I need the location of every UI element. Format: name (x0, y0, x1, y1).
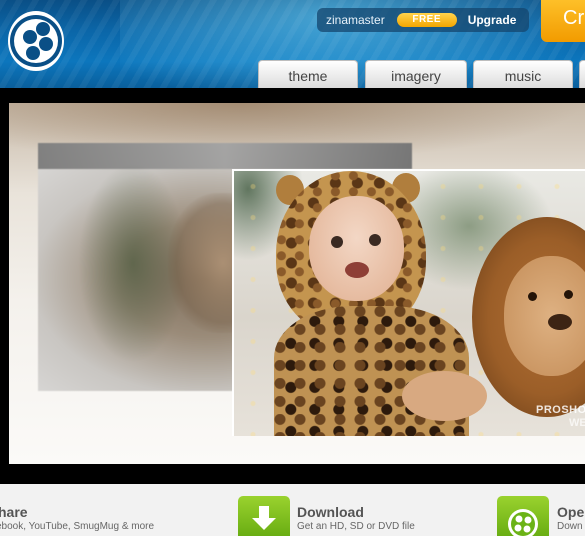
upgrade-link[interactable]: Upgrade (468, 13, 517, 27)
account-bar: zinamaster FREE Upgrade (317, 8, 529, 32)
foreground-photo: PROSHO WE (232, 169, 585, 436)
download-subtitle: Get an HD, SD or DVD file (297, 521, 415, 532)
action-bar: hare ebook, YouTube, SmugMug & more Down… (0, 484, 585, 536)
lion-left-eye (528, 292, 537, 301)
lion-nose (548, 314, 572, 330)
tab-next[interactable] (579, 60, 585, 88)
baby-mouth (345, 262, 369, 278)
share-subtitle: ebook, YouTube, SmugMug & more (0, 521, 155, 532)
tab-theme[interactable]: theme (258, 60, 358, 88)
film-reel-icon[interactable] (497, 496, 549, 536)
photo-top-band (38, 143, 412, 169)
watermark-line-1: PROSHO (536, 404, 585, 416)
baby-right-eye (369, 234, 381, 246)
watermark-line-2: WE (569, 417, 585, 429)
tab-music[interactable]: music (473, 60, 573, 88)
username[interactable]: zinamaster (326, 13, 385, 27)
site-header: zinamaster FREE Upgrade Cr theme imagery… (0, 0, 585, 88)
open-subtitle: Down (557, 521, 583, 532)
download-arrow-icon[interactable] (238, 496, 290, 536)
film-reel-logo-icon[interactable] (8, 11, 64, 71)
toy-lion-paw (402, 371, 487, 421)
share-title[interactable]: hare (0, 504, 28, 520)
tab-imagery[interactable]: imagery (365, 60, 467, 88)
plan-badge: FREE (396, 13, 457, 27)
create-button[interactable]: Cr (541, 0, 585, 42)
preview-stage: PROSHO WE (0, 88, 585, 484)
slideshow-preview[interactable]: PROSHO WE (9, 103, 585, 464)
open-title[interactable]: Ope (557, 504, 584, 520)
lion-right-eye (564, 290, 573, 299)
baby-face (309, 196, 404, 301)
baby-left-eye (331, 236, 343, 248)
toy-lion-face (504, 256, 585, 376)
download-title[interactable]: Download (297, 504, 364, 520)
